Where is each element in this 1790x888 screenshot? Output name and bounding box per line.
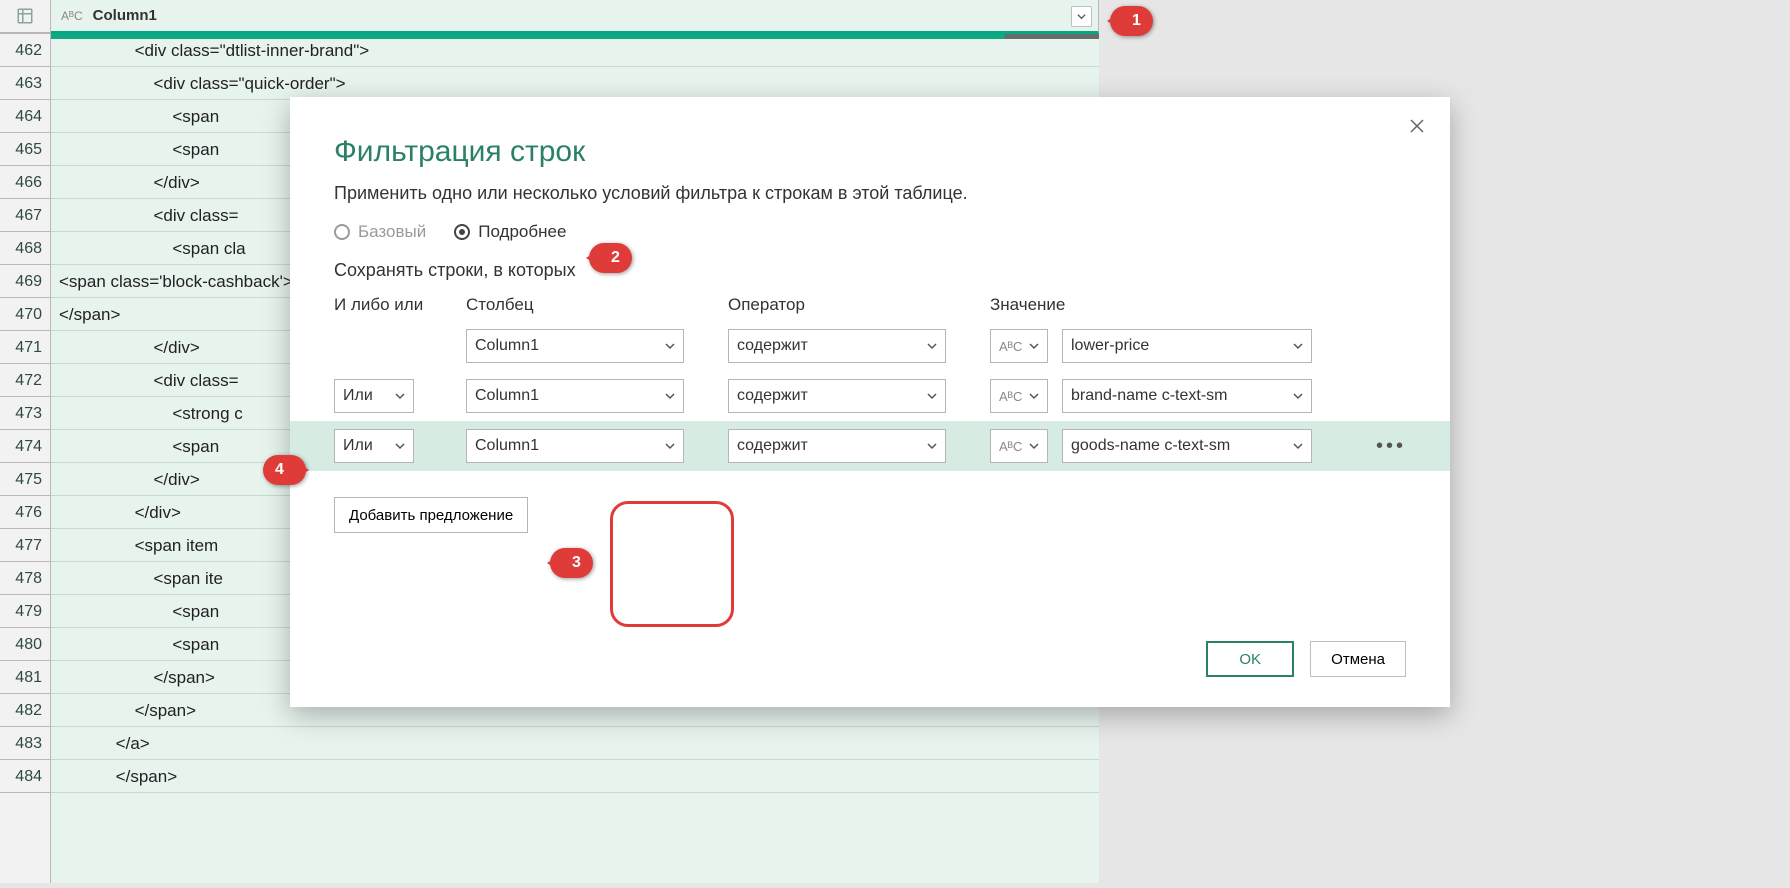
row-number[interactable]: 477 [0,529,50,562]
table-icon [16,7,34,25]
column-select[interactable]: Column1 [466,329,684,363]
value-type-select[interactable]: AᴮC [990,329,1048,363]
row-number-gutter: 4624634644654664674684694704714724734744… [0,34,51,883]
row-number[interactable]: 472 [0,364,50,397]
condition-row: Column1 содержит AᴮC lower-price [334,321,1406,371]
header-operator: Оператор [728,295,990,315]
chevron-down-icon [1029,341,1039,351]
add-clause-button[interactable]: Добавить предложение [334,497,528,533]
chevron-down-icon [1293,391,1303,401]
row-number[interactable]: 470 [0,298,50,331]
chevron-down-icon [1029,441,1039,451]
row-number[interactable]: 479 [0,595,50,628]
chevron-down-icon [1293,441,1303,451]
keep-rows-label: Сохранять строки, в которых [334,260,1406,281]
row-number[interactable]: 483 [0,727,50,760]
row-number[interactable]: 465 [0,133,50,166]
row-number[interactable]: 480 [0,628,50,661]
data-cell[interactable]: </a> [51,727,1099,760]
value-type-select[interactable]: AᴮC [990,429,1048,463]
row-number[interactable]: 478 [0,562,50,595]
condition-row: Или Column1 содержит AᴮC goods-name c-text-s… [290,421,1450,471]
column-select[interactable]: Column1 [466,379,684,413]
row-number[interactable]: 466 [0,166,50,199]
data-cell[interactable]: </span> [51,760,1099,793]
value-select[interactable]: lower-price [1062,329,1312,363]
column-name: Column1 [93,7,157,24]
dialog-title: Фильтрация строк [334,135,1406,169]
filter-rows-dialog: Фильтрация строк Применить одно или неск… [290,97,1450,707]
value-select[interactable]: goods-name c-text-sm [1062,429,1312,463]
chevron-down-icon [665,341,675,351]
column-filter-dropdown[interactable] [1071,6,1092,27]
chevron-down-icon [1293,341,1303,351]
row-number[interactable]: 469 [0,265,50,298]
select-all-corner[interactable] [0,0,51,34]
andor-select[interactable]: Или [334,379,414,413]
row-number[interactable]: 473 [0,397,50,430]
mode-radio-group: Базовый Подробнее [334,222,1406,242]
operator-select[interactable]: содержит [728,429,946,463]
dialog-close-button[interactable] [1404,113,1430,139]
operator-select[interactable]: содержит [728,329,946,363]
ok-button[interactable]: OK [1206,641,1294,677]
column-header-row: AᴮC Column1 [0,0,1790,34]
condition-row: Или Column1 содержит AᴮC brand-name c-text-s… [334,371,1406,421]
radio-advanced[interactable]: Подробнее [454,222,566,242]
column-header[interactable]: AᴮC Column1 [51,0,1099,34]
chevron-down-icon [665,441,675,451]
row-more-actions[interactable]: ••• [1376,435,1406,458]
header-andor: И либо или [334,295,466,315]
chevron-down-icon [927,441,937,451]
chevron-down-icon [395,441,405,451]
chevron-down-icon [1077,12,1086,21]
row-number[interactable]: 471 [0,331,50,364]
row-number[interactable]: 468 [0,232,50,265]
chevron-down-icon [927,341,937,351]
data-cell[interactable]: <div class="quick-order"> [51,67,1099,100]
radio-basic[interactable]: Базовый [334,222,426,242]
annotation-box-4 [610,501,734,627]
column-quality-bar [51,34,1099,39]
header-column: Столбец [466,295,728,315]
chevron-down-icon [927,391,937,401]
header-value: Значение [990,295,1406,315]
row-number[interactable]: 463 [0,67,50,100]
dialog-button-bar: OK Отмена [1206,641,1406,677]
chevron-down-icon [1029,391,1039,401]
conditions-list: Column1 содержит AᴮC lower-price Или Column1 с… [334,321,1406,471]
row-number[interactable]: 475 [0,463,50,496]
row-number[interactable]: 484 [0,760,50,793]
chevron-down-icon [395,391,405,401]
dialog-subtitle: Применить одно или несколько условий фил… [334,183,1406,204]
value-select[interactable]: brand-name c-text-sm [1062,379,1312,413]
row-number[interactable]: 464 [0,100,50,133]
row-number[interactable]: 482 [0,694,50,727]
row-number[interactable]: 481 [0,661,50,694]
column-select[interactable]: Column1 [466,429,684,463]
value-type-select[interactable]: AᴮC [990,379,1048,413]
radio-dot-icon [454,224,470,240]
row-number[interactable]: 462 [0,34,50,67]
column-type-icon: AᴮC [61,9,83,23]
row-number[interactable]: 467 [0,199,50,232]
radio-dot-icon [334,224,350,240]
radio-basic-label: Базовый [358,222,426,242]
row-number[interactable]: 474 [0,430,50,463]
close-icon [1408,117,1426,135]
header-void [1099,0,1790,34]
chevron-down-icon [665,391,675,401]
operator-select[interactable]: содержит [728,379,946,413]
cancel-button[interactable]: Отмена [1310,641,1406,677]
condition-headers: И либо или Столбец Оператор Значение [334,295,1406,315]
radio-advanced-label: Подробнее [478,222,566,242]
row-number[interactable]: 476 [0,496,50,529]
andor-select[interactable]: Или [334,429,414,463]
